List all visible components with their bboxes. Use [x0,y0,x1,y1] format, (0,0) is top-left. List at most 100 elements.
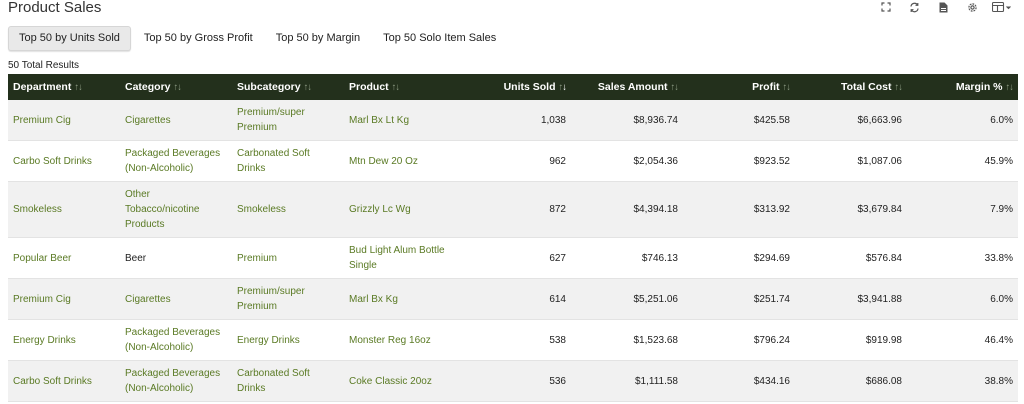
product-cell[interactable]: Grizzly Lc Wg [344,181,458,238]
units-sold-cell: 962 [458,140,571,182]
department-cell[interactable]: Carbo Soft Drinks [8,140,120,182]
tab-top-50-by-gross-profit[interactable]: Top 50 by Gross Profit [134,26,263,51]
product-cell[interactable]: Coke Classic 20oz [344,360,458,402]
units-sold-cell: 536 [458,360,571,402]
category-cell[interactable]: Packaged Beverages (Non-Alcoholic) [120,140,232,182]
product-cell[interactable]: Bud Light Alum Bottle Single [344,237,458,279]
profit-cell: $294.69 [683,237,795,279]
department-cell[interactable]: Popular Beer [8,237,120,279]
sort-arrows-icon: ↑↓ [782,82,791,93]
column-header-department[interactable]: Department ↑↓ [8,74,120,100]
sales-amount-cell: $2,054.36 [571,140,683,182]
profit-cell: $434.16 [683,360,795,402]
profit-cell: $796.24 [683,319,795,361]
column-header-units-sold[interactable]: Units Sold ↑↓ [458,74,571,100]
table-row[interactable]: Carbo Soft Drinks Packaged Beverages (No… [8,360,1018,402]
category-cell[interactable]: Other Tobacco/nicotine Products [120,181,232,238]
panel-toolbar [871,0,1016,14]
expand-icon[interactable] [871,0,900,14]
category-cell[interactable]: Cigarettes [120,100,232,141]
column-header-product[interactable]: Product ↑↓ [344,74,458,100]
units-sold-cell: 627 [458,237,571,279]
margin-cell: 38.8% [907,360,1018,402]
column-header-total-cost[interactable]: Total Cost ↑↓ [795,74,907,100]
sales-amount-cell: $746.13 [571,237,683,279]
category-cell[interactable]: Packaged Beverages (Non-Alcoholic) [120,319,232,361]
sort-arrows-icon: ↑↓ [1005,82,1014,93]
profit-cell: $425.58 [683,100,795,141]
sales-amount-cell: $8,936.74 [571,100,683,141]
sort-arrows-icon: ↑↓ [670,82,679,93]
product-cell[interactable]: Mtn Dew 20 Oz [344,140,458,182]
tab-top-50-solo-item-sales[interactable]: Top 50 Solo Item Sales [373,26,506,51]
sort-descending-icon: ↑↓ [558,82,567,93]
sales-amount-cell: $4,394.18 [571,181,683,238]
sales-amount-cell: $1,523.68 [571,319,683,361]
total-results-count: 50 Total Results [8,60,79,71]
product-cell[interactable]: Marl Bx Lt Kg [344,100,458,141]
layout-dropdown-icon[interactable] [987,0,1016,14]
sort-arrows-icon: ↑↓ [303,82,312,93]
sort-arrows-icon: ↑↓ [74,82,82,93]
units-sold-cell: 872 [458,181,571,238]
sort-arrows-icon: ↑↓ [173,82,182,93]
department-cell[interactable]: Energy Drinks [8,319,120,361]
subcategory-cell[interactable]: Premium/super Premium [232,278,344,320]
table-row[interactable]: Popular Beer Beer Premium Bud Light Alum… [8,237,1018,279]
subcategory-cell[interactable]: Energy Drinks [232,319,344,361]
margin-cell: 46.4% [907,319,1018,361]
table-row[interactable]: Smokeless Other Tobacco/nicotine Product… [8,181,1018,238]
settings-gear-icon[interactable] [958,0,987,14]
units-sold-cell: 538 [458,319,571,361]
column-header-margin[interactable]: Margin % ↑↓ [907,74,1018,100]
tab-top-50-by-margin[interactable]: Top 50 by Margin [266,26,370,51]
table-row[interactable]: Carbo Soft Drinks Packaged Beverages (No… [8,140,1018,182]
margin-cell: 33.8% [907,237,1018,279]
product-sales-table: Department ↑↓ Category ↑↓ Subcategory ↑↓ Pr… [8,74,1018,402]
subcategory-cell[interactable]: Carbonated Soft Drinks [232,360,344,402]
sort-arrows-icon: ↑↓ [391,82,400,93]
units-sold-cell: 614 [458,278,571,320]
category-cell[interactable]: Packaged Beverages (Non-Alcoholic) [120,360,232,402]
column-header-category[interactable]: Category ↑↓ [120,74,232,100]
department-cell[interactable]: Premium Cig [8,278,120,320]
table-row[interactable]: Premium Cig Cigarettes Premium/super Pre… [8,278,1018,320]
report-tabs: Top 50 by Units Sold Top 50 by Gross Pro… [8,26,509,51]
margin-cell: 7.9% [907,181,1018,238]
category-cell[interactable]: Cigarettes [120,278,232,320]
column-header-profit[interactable]: Profit ↑↓ [683,74,795,100]
total-cost-cell: $576.84 [795,237,907,279]
total-cost-cell: $1,087.06 [795,140,907,182]
refresh-icon[interactable] [900,0,929,14]
sales-amount-cell: $5,251.06 [571,278,683,320]
total-cost-cell: $3,679.84 [795,181,907,238]
sales-amount-cell: $1,111.58 [571,360,683,402]
table-row[interactable]: Premium Cig Cigarettes Premium/super Pre… [8,100,1018,141]
product-cell[interactable]: Marl Bx Kg [344,278,458,320]
tab-top-50-by-units-sold[interactable]: Top 50 by Units Sold [8,26,131,51]
subcategory-cell[interactable]: Carbonated Soft Drinks [232,140,344,182]
subcategory-cell[interactable]: Smokeless [232,181,344,238]
sort-arrows-icon: ↑↓ [894,82,903,93]
column-header-sales-amount[interactable]: Sales Amount ↑↓ [571,74,683,100]
table-row[interactable]: Energy Drinks Packaged Beverages (Non-Al… [8,319,1018,361]
margin-cell: 45.9% [907,140,1018,182]
department-cell[interactable]: Premium Cig [8,100,120,141]
table-header-row: Department ↑↓ Category ↑↓ Subcategory ↑↓ Pr… [8,74,1018,100]
profit-cell: $923.52 [683,140,795,182]
export-file-icon[interactable] [929,0,958,14]
department-cell[interactable]: Carbo Soft Drinks [8,360,120,402]
page-title: Product Sales [8,0,102,16]
subcategory-cell[interactable]: Premium/super Premium [232,100,344,141]
total-cost-cell: $919.98 [795,319,907,361]
profit-cell: $251.74 [683,278,795,320]
department-cell[interactable]: Smokeless [8,181,120,238]
total-cost-cell: $6,663.96 [795,100,907,141]
column-header-subcategory[interactable]: Subcategory ↑↓ [232,74,344,100]
total-cost-cell: $3,941.88 [795,278,907,320]
subcategory-cell[interactable]: Premium [232,237,344,279]
category-cell[interactable]: Beer [120,237,232,279]
product-cell[interactable]: Monster Reg 16oz [344,319,458,361]
total-cost-cell: $686.08 [795,360,907,402]
margin-cell: 6.0% [907,278,1018,320]
